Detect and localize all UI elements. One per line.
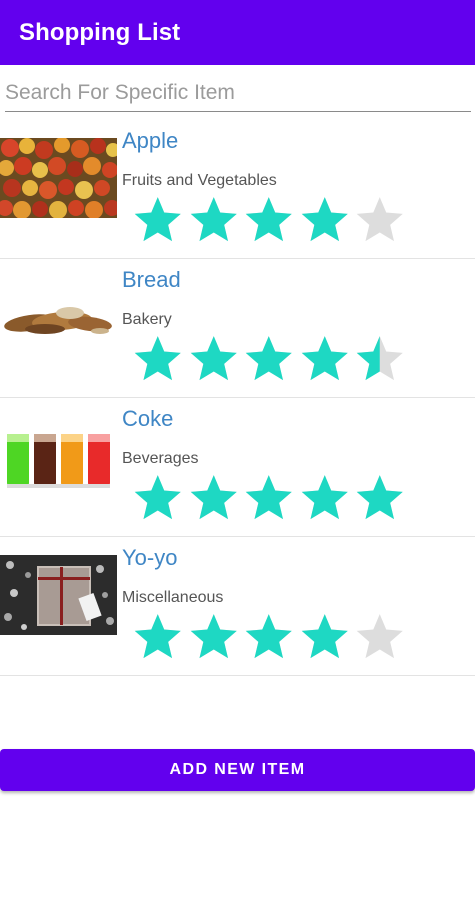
search-input[interactable] <box>5 74 471 112</box>
star-empty-icon[interactable] <box>352 611 408 661</box>
star-filled-icon[interactable] <box>130 333 186 383</box>
star-filled-icon[interactable] <box>186 472 242 522</box>
star-filled-icon[interactable] <box>186 611 242 661</box>
item-category: Bakery <box>122 311 172 328</box>
item-category: Fruits and Vegetables <box>122 172 277 189</box>
star-empty-icon[interactable] <box>352 194 408 244</box>
item-category: Beverages <box>122 450 199 467</box>
item-name: Bread <box>122 267 181 292</box>
app-bar: Shopping List <box>0 0 475 65</box>
item-name: Apple <box>122 128 179 153</box>
star-filled-icon[interactable] <box>352 472 408 522</box>
list-item[interactable]: Bread Bakery <box>0 259 475 398</box>
star-half-icon[interactable] <box>352 333 408 383</box>
rating-bar[interactable] <box>130 472 408 522</box>
app-title: Shopping List <box>19 18 181 46</box>
star-filled-icon[interactable] <box>241 472 297 522</box>
star-filled-icon[interactable] <box>297 194 353 244</box>
star-filled-icon[interactable] <box>241 333 297 383</box>
star-filled-icon[interactable] <box>297 472 353 522</box>
star-filled-icon[interactable] <box>186 194 242 244</box>
star-filled-icon[interactable] <box>297 333 353 383</box>
item-list: Apple Fruits and Vegetables Bread Bakery <box>0 120 475 676</box>
star-filled-icon[interactable] <box>130 611 186 661</box>
item-name: Yo-yo <box>122 545 178 570</box>
list-item[interactable]: Coke Beverages <box>0 398 475 537</box>
bread-image <box>0 277 117 357</box>
star-filled-icon[interactable] <box>130 194 186 244</box>
apple-image <box>0 138 117 218</box>
rating-bar[interactable] <box>130 611 408 661</box>
star-filled-icon[interactable] <box>241 194 297 244</box>
star-filled-icon[interactable] <box>241 611 297 661</box>
rating-bar[interactable] <box>130 194 408 244</box>
item-name: Coke <box>122 406 174 431</box>
list-item[interactable]: Yo-yo Miscellaneous <box>0 537 475 676</box>
yoyo-image <box>0 555 117 635</box>
item-category: Miscellaneous <box>122 589 224 606</box>
coke-image <box>0 416 117 496</box>
list-item[interactable]: Apple Fruits and Vegetables <box>0 120 475 259</box>
add-new-item-button[interactable]: ADD NEW ITEM <box>0 749 475 791</box>
star-filled-icon[interactable] <box>130 472 186 522</box>
rating-bar[interactable] <box>130 333 408 383</box>
star-filled-icon[interactable] <box>297 611 353 661</box>
star-filled-icon[interactable] <box>186 333 242 383</box>
